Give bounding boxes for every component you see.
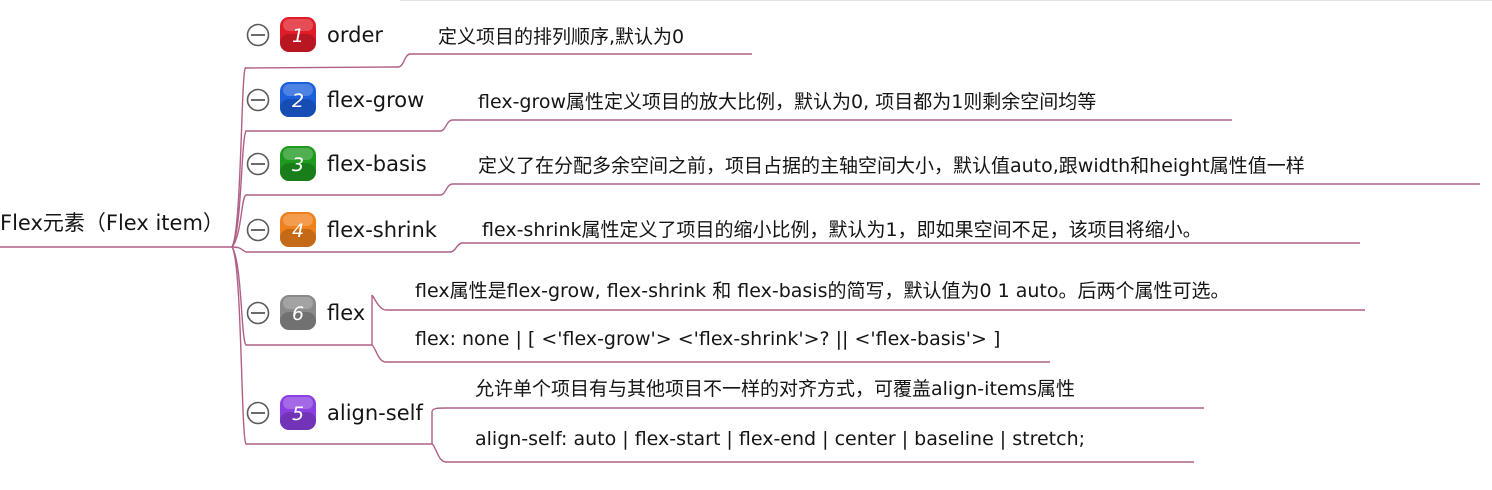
connector-lines xyxy=(0,53,1480,463)
branch-node: 2 flex-grow flex-grow属性定义项目的放大比例，默认为0, 项目都… xyxy=(246,82,1096,117)
collapse-toggle-icon[interactable] xyxy=(246,401,270,425)
priority-badge-icon: 5 xyxy=(280,395,316,430)
branch-label[interactable]: flex-shrink xyxy=(327,218,438,242)
collapse-toggle-icon[interactable] xyxy=(246,88,270,112)
branch-note: flex-grow属性定义项目的放大比例，默认为0, 项目都为1则剩余空间均等 xyxy=(478,91,1096,113)
root-node-label: Flex元素（Flex item） xyxy=(0,211,224,235)
branch-note: flex: none | [ <'flex-grow'> <'flex-shri… xyxy=(415,328,1000,350)
badge-number: 6 xyxy=(292,303,304,325)
branch-note: 定义项目的排列顺序,默认为0 xyxy=(438,26,684,48)
priority-badge-icon: 3 xyxy=(280,146,316,181)
branch-note: align-self: auto | flex-start | flex-end… xyxy=(475,428,1085,450)
badge-number: 3 xyxy=(292,154,304,176)
branch-label[interactable]: flex-grow xyxy=(327,88,424,112)
priority-badge-icon: 4 xyxy=(280,212,316,247)
badge-number: 4 xyxy=(292,220,304,242)
branch-note: 允许单个项目有与其他项目不一样的对齐方式，可覆盖align-items属性 xyxy=(475,378,1075,400)
collapse-toggle-icon[interactable] xyxy=(246,23,270,47)
branch-label[interactable]: align-self xyxy=(327,401,423,425)
collapse-toggle-icon[interactable] xyxy=(246,218,270,242)
badge-number: 5 xyxy=(292,403,304,425)
branch-label[interactable]: flex-basis xyxy=(327,152,427,176)
priority-badge-icon: 1 xyxy=(280,17,316,52)
branch-node: 1 order 定义项目的排列顺序,默认为0 xyxy=(246,17,684,52)
branch-label[interactable]: order xyxy=(327,23,383,47)
branch-list: 1 order 定义项目的排列顺序,默认为0 2 flex-grow flex-grow属… xyxy=(246,17,1305,450)
badge-number: 2 xyxy=(292,90,304,112)
branch-node: 6 flex flex属性是flex-grow, flex-shrink 和 fle… xyxy=(246,280,1230,350)
branch-note: flex-shrink属性定义了项目的缩小比例，默认为1，即如果空间不足，该项目… xyxy=(482,219,1202,241)
collapse-toggle-icon[interactable] xyxy=(246,301,270,325)
flex-item-mind-map: Flex元素（Flex item） 1 order 定义项目的排列顺序,默认为0 2 f… xyxy=(0,0,1492,463)
branch-note: 定义了在分配多余空间之前，项目占据的主轴空间大小，默认值auto,跟width和… xyxy=(478,155,1305,177)
branch-node: 4 flex-shrink flex-shrink属性定义了项目的缩小比例，默认为1… xyxy=(246,212,1202,247)
branch-note: flex属性是flex-grow, flex-shrink 和 flex-bas… xyxy=(415,280,1230,302)
branch-label[interactable]: flex xyxy=(327,301,365,325)
priority-badge-icon: 2 xyxy=(280,82,316,117)
collapse-toggle-icon[interactable] xyxy=(246,152,270,176)
branch-node: 5 align-self 允许单个项目有与其他项目不一样的对齐方式，可覆盖align… xyxy=(246,378,1085,450)
badge-number: 1 xyxy=(292,25,304,47)
priority-badge-icon: 6 xyxy=(280,295,316,330)
branch-node: 3 flex-basis 定义了在分配多余空间之前，项目占据的主轴空间大小，默认值a… xyxy=(246,146,1305,181)
